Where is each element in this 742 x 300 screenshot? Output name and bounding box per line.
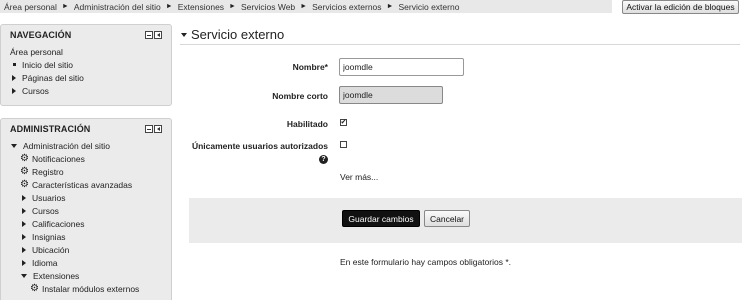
breadcrumb-item[interactable]: Servicios externos <box>312 2 381 12</box>
tree-item[interactable]: Idioma <box>10 256 171 269</box>
form-section-heading[interactable]: Servicio externo <box>180 27 284 42</box>
tree-item[interactable]: Calificaciones <box>10 217 171 230</box>
breadcrumb-item: Servicio externo <box>398 1 460 12</box>
dock-block-icon[interactable] <box>154 125 162 133</box>
expand-arrow-icon <box>22 194 26 201</box>
navigation-block-header: NAVEGACIÓN <box>1 25 171 45</box>
gear-icon: ⚙ <box>30 282 39 294</box>
gear-icon: ⚙ <box>20 165 29 177</box>
block-controls <box>145 31 162 39</box>
breadcrumb-item[interactable]: Extensiones <box>178 2 224 12</box>
tree-item-label: Extensiones <box>33 270 80 281</box>
expand-arrow-icon <box>12 87 16 94</box>
shortname-label: Nombre corto <box>272 91 328 101</box>
gear-icon: ⚙ <box>20 152 29 164</box>
tree-item-label: Cursos <box>32 205 59 216</box>
expanded-section-icon <box>181 32 187 37</box>
administration-block-header: ADMINISTRACIÓN <box>1 119 171 139</box>
tree-item[interactable]: Área personal <box>10 45 171 58</box>
enabled-label: Habilitado <box>286 119 328 129</box>
shortname-input[interactable] <box>339 86 443 104</box>
tree-item[interactable]: Administración del sitio <box>10 139 171 152</box>
show-more-link[interactable]: Ver más... <box>340 172 378 182</box>
breadcrumb-item[interactable]: Administración del sitio <box>74 2 161 12</box>
tree-item-label: Instalar módulos externos <box>41 283 140 294</box>
triangle-right-icon: ► <box>61 3 69 10</box>
collapse-arrow-icon <box>11 143 17 148</box>
administration-block: ADMINISTRACIÓN Administración del sitio ⚙… <box>0 118 172 300</box>
tree-item-label: Área personal <box>10 46 63 57</box>
tree-item-label: Ubicación <box>32 244 70 255</box>
tree-item[interactable]: Inicio del sitio <box>10 58 171 71</box>
gear-icon: ⚙ <box>20 178 29 190</box>
navigation-block-title: NAVEGACIÓN <box>10 30 72 40</box>
tree-item-label: Insignias <box>32 231 66 242</box>
collapse-arrow-icon <box>21 273 27 278</box>
authorized-only-checkbox[interactable] <box>340 141 347 148</box>
collapse-block-icon[interactable] <box>145 31 153 39</box>
name-input[interactable] <box>339 58 464 76</box>
triangle-right-icon: ► <box>300 3 308 10</box>
tree-item-label: Notificaciones <box>31 153 85 164</box>
breadcrumb: Área personal ► Administración del sitio ► E… <box>0 0 612 13</box>
save-button[interactable]: Guardar cambios <box>342 210 420 227</box>
tree-item[interactable]: ⚙ Notificaciones <box>10 152 171 165</box>
tree-item[interactable]: Cursos <box>10 204 171 217</box>
cancel-button[interactable]: Cancelar <box>424 210 470 227</box>
navigation-block: NAVEGACIÓN Área personal Inicio del sitio… <box>0 24 172 106</box>
expand-arrow-icon <box>22 220 26 227</box>
tree-item-label: Cursos <box>22 85 49 96</box>
navigation-tree: Área personal Inicio del sitio Páginas del… <box>1 45 171 97</box>
collapse-block-icon[interactable] <box>145 125 153 133</box>
name-label: Nombre* <box>292 62 328 72</box>
tree-item[interactable]: Páginas del sitio <box>10 71 171 84</box>
tree-item-label: Registro <box>31 166 64 177</box>
administration-tree: Administración del sitio ⚙ Notificaciones ⚙… <box>1 139 171 295</box>
tree-item-label: Administración del sitio <box>23 140 110 151</box>
bullet-icon <box>13 63 16 66</box>
authorized-only-label: Únicamente usuarios autorizados <box>191 141 328 151</box>
breadcrumb-item[interactable]: Área personal <box>4 2 57 12</box>
administration-block-title: ADMINISTRACIÓN <box>10 124 91 134</box>
tree-item[interactable]: Ubicación <box>10 243 171 256</box>
tree-item-label: Idioma <box>32 257 58 268</box>
tree-item-label: Calificaciones <box>32 218 85 229</box>
tree-item[interactable]: Extensiones <box>10 269 171 282</box>
tree-item[interactable]: ⚙ Instalar módulos externos <box>10 282 171 295</box>
edit-blocks-button[interactable]: Activar la edición de bloques <box>622 0 739 14</box>
expand-arrow-icon <box>12 74 16 81</box>
triangle-right-icon: ► <box>229 3 236 10</box>
tree-item[interactable]: ⚙ Características avanzadas <box>10 178 171 191</box>
block-controls <box>145 125 162 133</box>
required-fields-note: En este formulario hay campos obligatori… <box>340 257 512 267</box>
expand-arrow-icon <box>22 259 26 266</box>
tree-item[interactable]: ⚙ Registro <box>10 165 171 178</box>
expand-arrow-icon <box>22 207 26 214</box>
tree-item[interactable]: Insignias <box>10 230 171 243</box>
tree-item-label: Páginas del sitio <box>22 72 84 83</box>
tree-item[interactable]: Cursos <box>10 84 171 97</box>
tree-item[interactable]: Usuarios <box>10 191 171 204</box>
tree-item-label: Características avanzadas <box>31 179 133 190</box>
breadcrumb-item[interactable]: Servicios Web <box>241 2 295 12</box>
tree-item-label: Inicio del sitio <box>22 59 74 70</box>
triangle-right-icon: ► <box>386 3 394 10</box>
dock-block-icon[interactable] <box>154 31 162 39</box>
enabled-checkbox[interactable]: ✔ <box>340 119 347 126</box>
divider <box>180 44 740 45</box>
help-icon[interactable]: ? <box>319 155 328 164</box>
expand-arrow-icon <box>22 246 26 253</box>
tree-item-label: Usuarios <box>32 192 66 203</box>
page-title: Servicio externo <box>191 27 285 42</box>
expand-arrow-icon <box>22 233 26 240</box>
triangle-right-icon: ► <box>165 3 173 10</box>
